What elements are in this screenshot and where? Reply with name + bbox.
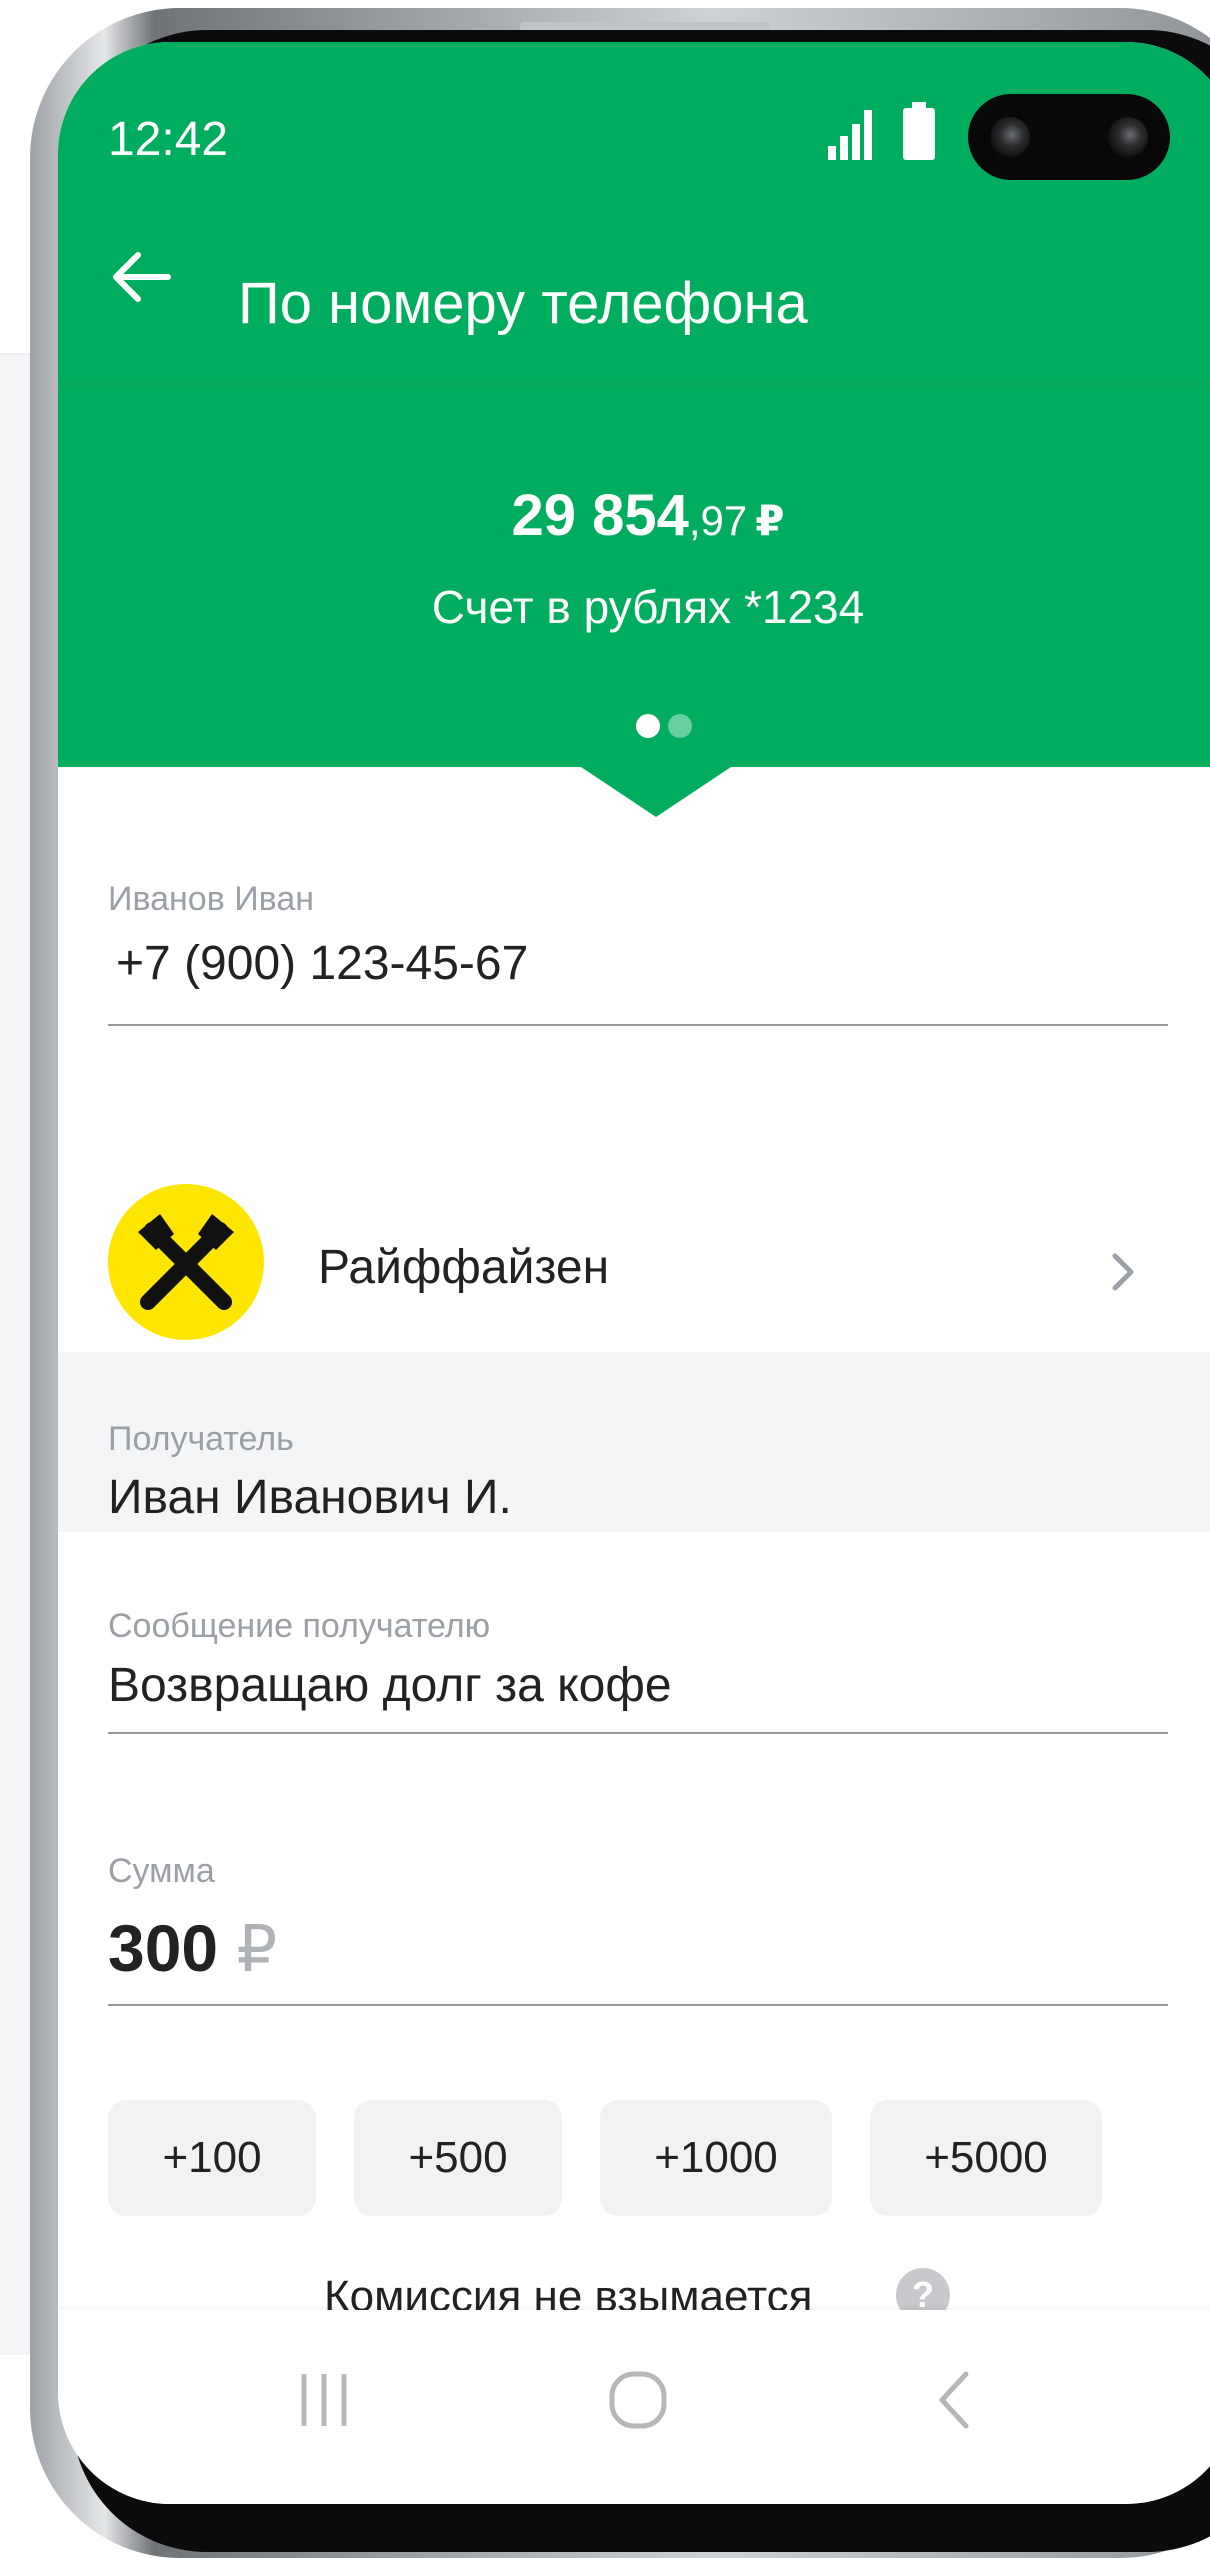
arrow-left-icon[interactable] <box>108 242 178 312</box>
system-nav-bar <box>58 2310 1210 2504</box>
bank-name: Райффайзен <box>318 1241 610 1294</box>
contact-name-label: Иванов Иван <box>108 880 315 918</box>
balance-main: 29 854 <box>511 483 689 548</box>
home-icon[interactable] <box>606 2368 670 2432</box>
quick-amount-5000[interactable]: +5000 <box>870 2100 1102 2216</box>
phone-input[interactable]: +7 (900) 123-45-67 <box>116 936 528 991</box>
message-input[interactable]: Возвращаю долг за кофе <box>108 1658 672 1713</box>
recipient-label: Получатель <box>108 1420 294 1458</box>
card-pointer <box>578 765 734 817</box>
amount-currency: ₽ <box>236 1913 278 1985</box>
balance-cents: ,97 <box>688 497 748 544</box>
battery-icon <box>903 102 935 160</box>
quick-amount-1000[interactable]: +1000 <box>600 2100 832 2216</box>
header-divider <box>58 382 1210 392</box>
currency-symbol: ₽ <box>755 497 785 544</box>
camera-lens-icon <box>1108 117 1148 157</box>
signal-icon <box>828 108 888 160</box>
page-title: По номеру телефона <box>238 271 808 336</box>
bank-selector[interactable]: Райффайзен <box>58 1152 1210 1352</box>
pager-dot-active[interactable] <box>636 714 660 738</box>
screenshot: 12:42 По номеру телефона 29 854,97 ₽ Счет… <box>0 0 1210 2558</box>
recents-icon[interactable] <box>294 2370 354 2430</box>
phone-underline <box>108 1024 1168 1026</box>
amount-label: Сумма <box>108 1852 215 1890</box>
raiffeisen-logo <box>108 1184 264 1340</box>
chevron-right-icon <box>1112 1253 1134 1291</box>
account-name: Счет в рублях *1234 <box>431 581 865 633</box>
phone-screen: 12:42 По номеру телефона 29 854,97 ₽ Счет… <box>58 42 1210 2504</box>
camera-cutout <box>968 94 1170 180</box>
amount-input[interactable]: 300 ₽ <box>108 1910 277 1987</box>
message-underline <box>108 1732 1168 1734</box>
message-label: Сообщение получателю <box>108 1607 491 1645</box>
back-icon[interactable] <box>930 2368 980 2432</box>
camera-lens-icon <box>990 117 1030 157</box>
app-header: 12:42 По номеру телефона 29 854,97 ₽ Счет… <box>58 42 1210 767</box>
recipient-name: Иван Иванович И. <box>108 1471 512 1524</box>
amount-value: 300 <box>108 1911 219 1985</box>
amount-underline <box>108 2004 1168 2006</box>
pager-dot[interactable] <box>668 714 692 738</box>
account-balance[interactable]: 29 854,97 ₽ <box>58 482 1210 549</box>
status-time: 12:42 <box>108 113 229 166</box>
quick-amount-100[interactable]: +100 <box>108 2100 316 2216</box>
recipient-block: Получатель Иван Иванович И. <box>58 1352 1210 1532</box>
quick-amount-500[interactable]: +500 <box>354 2100 562 2216</box>
